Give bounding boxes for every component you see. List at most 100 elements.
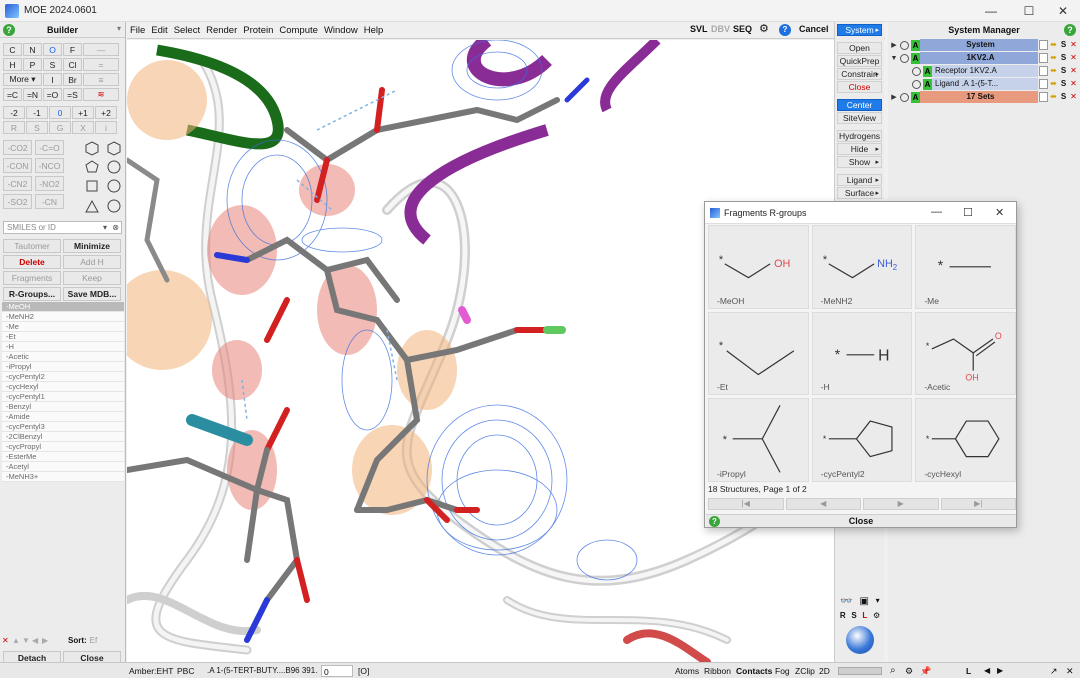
- system-tree-row[interactable]: ▶ A System ⬌ S ✕: [890, 39, 1078, 51]
- maximize-button[interactable]: ☐: [963, 206, 973, 219]
- atoms-toggle[interactable]: Atoms: [675, 665, 699, 677]
- delete-x-icon[interactable]: ✕: [2, 636, 12, 645]
- more-elements-dropdown[interactable]: More ▾: [3, 73, 42, 86]
- add-h-button[interactable]: Add H: [63, 255, 121, 269]
- lock-icon[interactable]: ⬌: [1049, 40, 1058, 50]
- group-con-button[interactable]: -CON: [3, 158, 32, 173]
- dbv-button[interactable]: DBV: [711, 24, 730, 34]
- active-a-icon[interactable]: A: [923, 65, 932, 77]
- system-tree-row[interactable]: A Ligand .A 1-(5-T... ⬌ S ✕: [890, 78, 1078, 90]
- menu-window[interactable]: Window: [324, 25, 358, 36]
- lock-icon[interactable]: ⬌: [1049, 66, 1058, 76]
- chirality-r-button[interactable]: R: [3, 121, 25, 134]
- fragment-cell-meoh[interactable]: * OH -MeOH: [708, 225, 809, 309]
- close-icon[interactable]: ✕: [1066, 665, 1074, 677]
- active-a-icon[interactable]: A: [911, 91, 920, 103]
- arrow-right-icon[interactable]: ▶: [997, 665, 1003, 677]
- pin-icon[interactable]: 📌: [920, 665, 931, 677]
- chevron-down-icon[interactable]: ▾: [117, 24, 121, 33]
- lock-icon[interactable]: ⬌: [1049, 92, 1058, 102]
- minimize-button[interactable]: —: [931, 206, 942, 218]
- active-a-icon[interactable]: A: [911, 52, 920, 64]
- eq-s-button[interactable]: =S: [63, 88, 82, 101]
- chirality-s-button[interactable]: S: [26, 121, 48, 134]
- active-a-icon[interactable]: A: [923, 78, 932, 90]
- s-toggle[interactable]: S: [851, 611, 856, 623]
- s-toggle[interactable]: S: [1059, 66, 1068, 76]
- rgroup-list-item[interactable]: -MeNH2: [2, 312, 124, 322]
- rgroup-list-item[interactable]: -EsterMe: [2, 452, 124, 462]
- color-swatch-icon[interactable]: [1039, 92, 1048, 102]
- rgroup-list-item[interactable]: -cycPentyl1: [2, 392, 124, 402]
- group-so2-button[interactable]: -SO2: [3, 194, 32, 209]
- close-window-button[interactable]: ✕: [1046, 0, 1080, 22]
- charge-plus2-button[interactable]: +2: [95, 106, 117, 119]
- image-icon[interactable]: ▣: [859, 596, 868, 610]
- eq-n-button[interactable]: =N: [23, 88, 42, 101]
- arrow-left-icon[interactable]: ◀: [984, 665, 990, 677]
- close-dialog-button[interactable]: ✕: [995, 206, 1004, 219]
- search-icon[interactable]: ⊗: [112, 222, 119, 233]
- element-f-button[interactable]: F: [63, 43, 82, 56]
- rgroup-list-item[interactable]: -Amide: [2, 412, 124, 422]
- info-i-button[interactable]: i: [95, 121, 117, 134]
- help-icon[interactable]: ?: [3, 24, 15, 36]
- system-tree-row[interactable]: ▶ A 17 Sets ⬌ S ✕: [890, 91, 1078, 103]
- rgroup-list-item[interactable]: -MeOH: [2, 302, 124, 312]
- close-system-button[interactable]: Close: [837, 81, 882, 93]
- visibility-circle-icon[interactable]: [900, 40, 909, 50]
- quickprep-button[interactable]: QuickPrep: [837, 55, 882, 67]
- expand-triangle-icon[interactable]: ▶: [890, 93, 898, 101]
- element-i-button[interactable]: I: [43, 73, 62, 86]
- rgroup-list-item[interactable]: -Benzyl: [2, 402, 124, 412]
- keep-button[interactable]: Keep: [63, 271, 121, 285]
- fragment-cell-cychexyl[interactable]: * -cycHexyl: [915, 398, 1016, 482]
- delete-x-icon[interactable]: ✕: [1069, 53, 1078, 63]
- rgroup-list-item[interactable]: -MeNH3+: [2, 472, 124, 482]
- save-mdb-button[interactable]: Save MDB...: [63, 287, 121, 301]
- arrow-right-icon[interactable]: ▶: [42, 636, 54, 645]
- svl-button[interactable]: SVL: [690, 24, 708, 34]
- color-swatch-icon[interactable]: [1039, 40, 1048, 50]
- fragment-cell-cycpentyl2[interactable]: * -cycPentyl2: [811, 398, 913, 482]
- fragments-button[interactable]: Fragments: [3, 271, 61, 285]
- group-nco-button[interactable]: -NCO: [35, 158, 64, 173]
- cancel-button[interactable]: Cancel: [799, 24, 829, 34]
- l-button[interactable]: L: [966, 665, 971, 677]
- tautomer-button[interactable]: Tautomer: [3, 239, 61, 253]
- ribbon-toggle[interactable]: Ribbon: [704, 665, 731, 677]
- element-s-button[interactable]: S: [43, 58, 62, 71]
- rgroups-button[interactable]: R-Groups...: [3, 287, 61, 301]
- rgroup-list-item[interactable]: -cycPentyl3: [2, 422, 124, 432]
- group-cn2-button[interactable]: -CN2: [3, 176, 32, 191]
- arrow-left-icon[interactable]: ◀: [32, 636, 42, 645]
- open-button[interactable]: Open: [837, 42, 882, 54]
- visibility-circle-icon[interactable]: [912, 66, 921, 76]
- color-swatch-icon[interactable]: [1039, 66, 1048, 76]
- gear-icon[interactable]: ⚙: [873, 611, 880, 623]
- aromatic-bond-button[interactable]: ≋: [83, 88, 119, 101]
- maximize-button[interactable]: ☐: [1012, 0, 1046, 22]
- visibility-circle-icon[interactable]: [912, 79, 921, 89]
- chevron-down-icon[interactable]: ▾: [103, 222, 107, 233]
- arrow-down-icon[interactable]: ▼: [22, 636, 32, 645]
- rgroup-list-item[interactable]: -Acetic: [2, 352, 124, 362]
- next-page-button[interactable]: ▶: [863, 498, 939, 510]
- prev-page-button[interactable]: ◀: [785, 498, 861, 510]
- rgroup-list-item[interactable]: -Acetyl: [2, 462, 124, 472]
- system-tree-row[interactable]: A Receptor 1KV2.A ⬌ S ✕: [890, 65, 1078, 77]
- element-c-button[interactable]: C: [3, 43, 22, 56]
- first-page-button[interactable]: |◀: [708, 498, 784, 510]
- fragment-cell-menh2[interactable]: * NH2 -MeNH2: [811, 225, 913, 309]
- sort-value[interactable]: Ef: [90, 636, 98, 645]
- group-co-button[interactable]: -C=O: [35, 140, 64, 155]
- rgroup-list-item[interactable]: -Et: [2, 332, 124, 342]
- center-button[interactable]: Center: [837, 99, 882, 111]
- surface-button[interactable]: Surface ▸: [837, 187, 882, 199]
- glasses-icon[interactable]: 👓: [840, 596, 852, 610]
- help-icon[interactable]: ?: [1064, 24, 1076, 36]
- menu-protein[interactable]: Protein: [243, 25, 273, 36]
- menu-edit[interactable]: Edit: [151, 25, 167, 36]
- menu-render[interactable]: Render: [206, 25, 237, 36]
- active-a-icon[interactable]: A: [911, 39, 920, 51]
